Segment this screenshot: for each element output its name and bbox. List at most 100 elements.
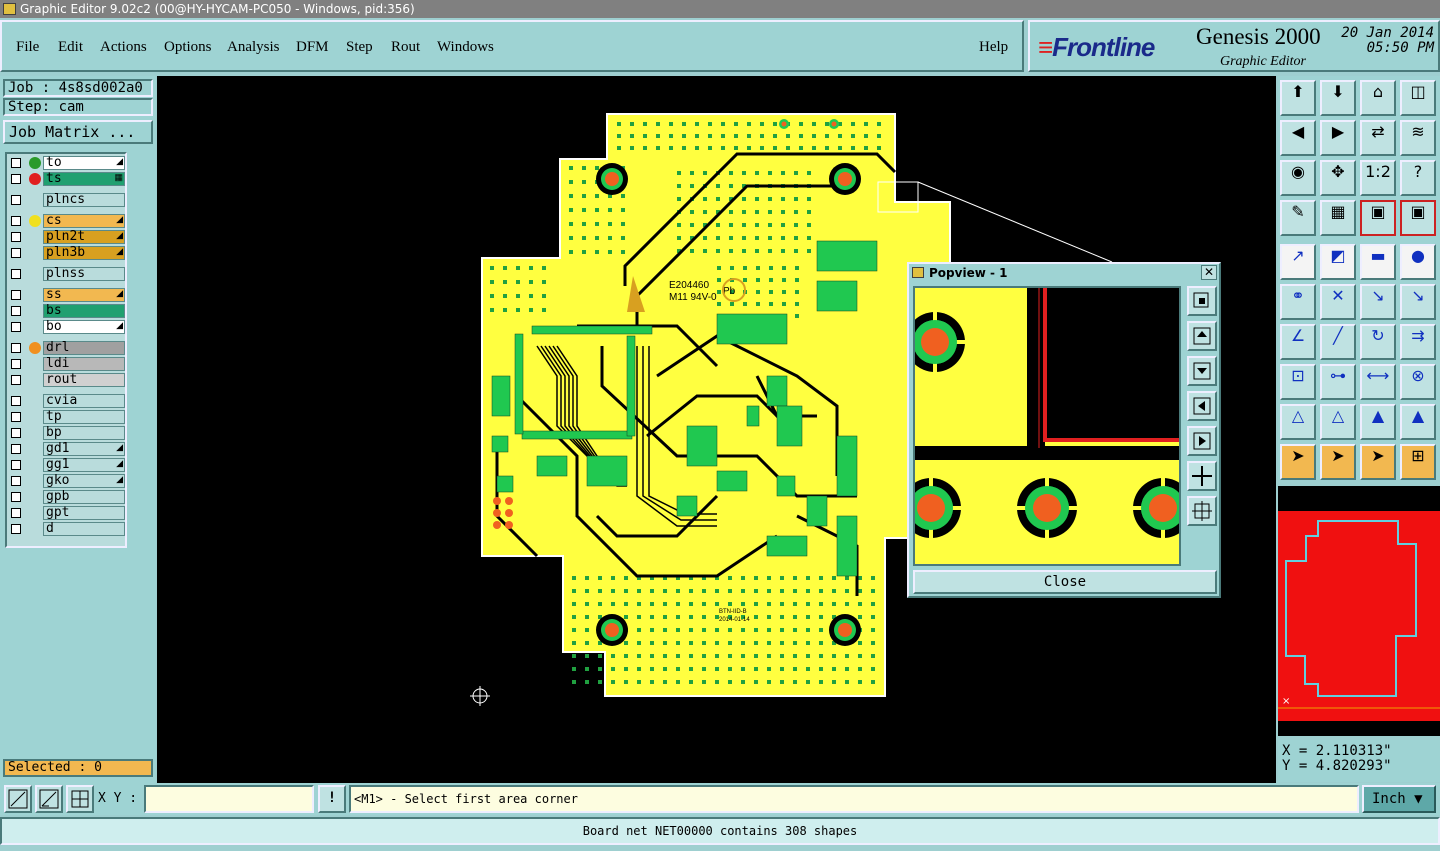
layer-row-gpt[interactable]: gpt — [9, 506, 125, 520]
layer-row-pln3b[interactable]: pln3b ◢ — [9, 246, 125, 260]
pad-tool-button[interactable]: ● — [1400, 244, 1436, 280]
layer-row-gd1[interactable]: gd1 ◢ — [9, 442, 125, 456]
layer-row-tp[interactable]: tp — [9, 410, 125, 424]
layer-row-bo[interactable]: bo ◢ — [9, 320, 125, 334]
move-left-tool-button[interactable]: ◀ — [1280, 120, 1316, 156]
swap-tool-button[interactable]: ⇄ — [1360, 120, 1396, 156]
draw-line-tool-button[interactable]: ◩ — [1320, 244, 1356, 280]
delete-tool-button[interactable]: ✕ — [1320, 284, 1356, 320]
layer-row-cvia[interactable]: cvia — [9, 394, 125, 408]
menu-analysis[interactable]: Analysis — [227, 39, 280, 56]
popview-pan-down-button[interactable] — [1187, 356, 1217, 386]
layer-checkbox[interactable] — [11, 343, 21, 353]
menu-file[interactable]: File — [16, 39, 39, 56]
layer-name[interactable]: pln3b — [43, 246, 125, 260]
scroll-tool-button[interactable]: ≋ — [1400, 120, 1436, 156]
layer-checkbox[interactable] — [11, 359, 21, 369]
window-title-bar[interactable]: Graphic Editor 9.02c2 (00@HY-HYCAM-PC050… — [0, 0, 1440, 18]
layer-name[interactable]: bo — [43, 320, 125, 334]
move-feature-tool-button[interactable]: ↗ — [1280, 244, 1316, 280]
layer-name[interactable]: ss — [43, 288, 125, 302]
point-a-tool-button[interactable]: ↘ — [1360, 284, 1396, 320]
layer-name[interactable]: bs — [43, 304, 125, 318]
dimension-tool-button[interactable]: ⟷ — [1360, 364, 1396, 400]
menu-step[interactable]: Step — [346, 39, 373, 56]
layer-checkbox[interactable] — [11, 290, 21, 300]
layer-name[interactable]: cvia — [43, 394, 125, 408]
split-tool-button[interactable]: ⊶ — [1320, 364, 1356, 400]
popview-zoom-view[interactable] — [913, 286, 1181, 566]
layers-b-tool-button[interactable]: ▣ — [1400, 200, 1436, 236]
job-matrix-button[interactable]: Job Matrix ... — [3, 120, 153, 144]
popview-pan-up-button[interactable] — [1187, 321, 1217, 351]
slash-tool-button[interactable]: ∠ — [1280, 324, 1316, 360]
layer-row-ss[interactable]: ss ◢ — [9, 288, 125, 302]
layer-checkbox[interactable] — [11, 396, 21, 406]
layers-a-tool-button[interactable]: ▣ — [1360, 200, 1396, 236]
feature-list-tool-button[interactable]: ⇉ — [1400, 324, 1436, 360]
sketch-tool-button[interactable]: ✎ — [1280, 200, 1316, 236]
layer-checkbox[interactable] — [11, 508, 21, 518]
popview-zoom-in-button[interactable] — [1187, 461, 1217, 491]
layer-checkbox[interactable] — [11, 476, 21, 486]
layer-name[interactable]: d — [43, 522, 125, 536]
board-minimap[interactable]: × — [1278, 486, 1440, 736]
layer-name[interactable]: gpb — [43, 490, 125, 504]
triangle-b-tool-button[interactable]: ▲ — [1360, 404, 1396, 440]
layer-checkbox[interactable] — [11, 232, 21, 242]
angle-tool-button[interactable]: △ — [1280, 404, 1316, 440]
popview-title-bar[interactable]: Popview - 1 — [909, 264, 1219, 282]
menu-windows[interactable]: Windows — [437, 39, 494, 56]
layer-name[interactable]: pln2t — [43, 230, 125, 244]
layer-row-gpb[interactable]: gpb — [9, 490, 125, 504]
layer-checkbox[interactable] — [11, 322, 21, 332]
zoom-area-button[interactable] — [4, 785, 32, 813]
layer-name[interactable]: gd1 — [43, 442, 125, 456]
fit-all-tool-button[interactable]: ◉ — [1280, 160, 1316, 196]
layer-name[interactable]: rout — [43, 373, 125, 387]
layer-checkbox[interactable] — [11, 460, 21, 470]
snap-toggle-button[interactable]: ! — [318, 785, 346, 813]
layer-row-to[interactable]: to ◢ — [9, 156, 125, 170]
home-tool-button[interactable]: ⌂ — [1360, 80, 1396, 116]
move-right-tool-button[interactable]: ▶ — [1320, 120, 1356, 156]
layer-row-rout[interactable]: rout — [9, 373, 125, 387]
layer-row-gko[interactable]: gko ◢ — [9, 474, 125, 488]
popview-pan-right-button[interactable] — [1187, 426, 1217, 456]
layer-name[interactable]: gg1 — [43, 458, 125, 472]
layer-name[interactable]: gpt — [43, 506, 125, 520]
popview-zoom-out-button[interactable] — [1187, 496, 1217, 526]
step-down-tool-button[interactable]: ⬇ — [1320, 80, 1356, 116]
measure-button[interactable] — [35, 785, 63, 813]
point-b-tool-button[interactable]: ↘ — [1400, 284, 1436, 320]
popview-zoom-fit-button[interactable] — [1187, 286, 1217, 316]
zoom-1to2-tool-button[interactable]: 1:2 — [1360, 160, 1396, 196]
layer-checkbox[interactable] — [11, 269, 21, 279]
layer-row-bs[interactable]: bs — [9, 304, 125, 318]
layer-checkbox[interactable] — [11, 248, 21, 258]
triangle-a-tool-button[interactable]: △ — [1320, 404, 1356, 440]
layer-checkbox[interactable] — [11, 444, 21, 454]
menu-dfm[interactable]: DFM — [296, 39, 329, 56]
layer-checkbox[interactable] — [11, 306, 21, 316]
layer-row-pln2t[interactable]: pln2t ◢ — [9, 230, 125, 244]
select-pad-tool-button[interactable]: ⊡ — [1280, 364, 1316, 400]
layer-row-gg1[interactable]: gg1 ◢ — [9, 458, 125, 472]
layer-checkbox[interactable] — [11, 412, 21, 422]
popview-close-button[interactable]: Close — [913, 570, 1217, 594]
layer-row-plncs[interactable]: plncs — [9, 193, 125, 207]
layer-name[interactable]: to — [43, 156, 125, 170]
popview-close-x-button[interactable]: ✕ — [1201, 265, 1217, 280]
layer-name[interactable]: cs — [43, 214, 125, 228]
layer-name[interactable]: drl — [43, 341, 125, 355]
menu-edit[interactable]: Edit — [58, 39, 83, 56]
pointer-tool-button[interactable]: ➤ — [1280, 444, 1316, 480]
layer-checkbox[interactable] — [11, 492, 21, 502]
arc-tool-button[interactable]: ↻ — [1360, 324, 1396, 360]
connect-tool-button[interactable]: ⚭ — [1280, 284, 1316, 320]
menu-actions[interactable]: Actions — [100, 39, 147, 56]
help-tool-button[interactable]: ? — [1400, 160, 1436, 196]
pointer-poly-tool-button[interactable]: ➤ — [1360, 444, 1396, 480]
layer-name[interactable]: gko — [43, 474, 125, 488]
layer-checkbox[interactable] — [11, 524, 21, 534]
